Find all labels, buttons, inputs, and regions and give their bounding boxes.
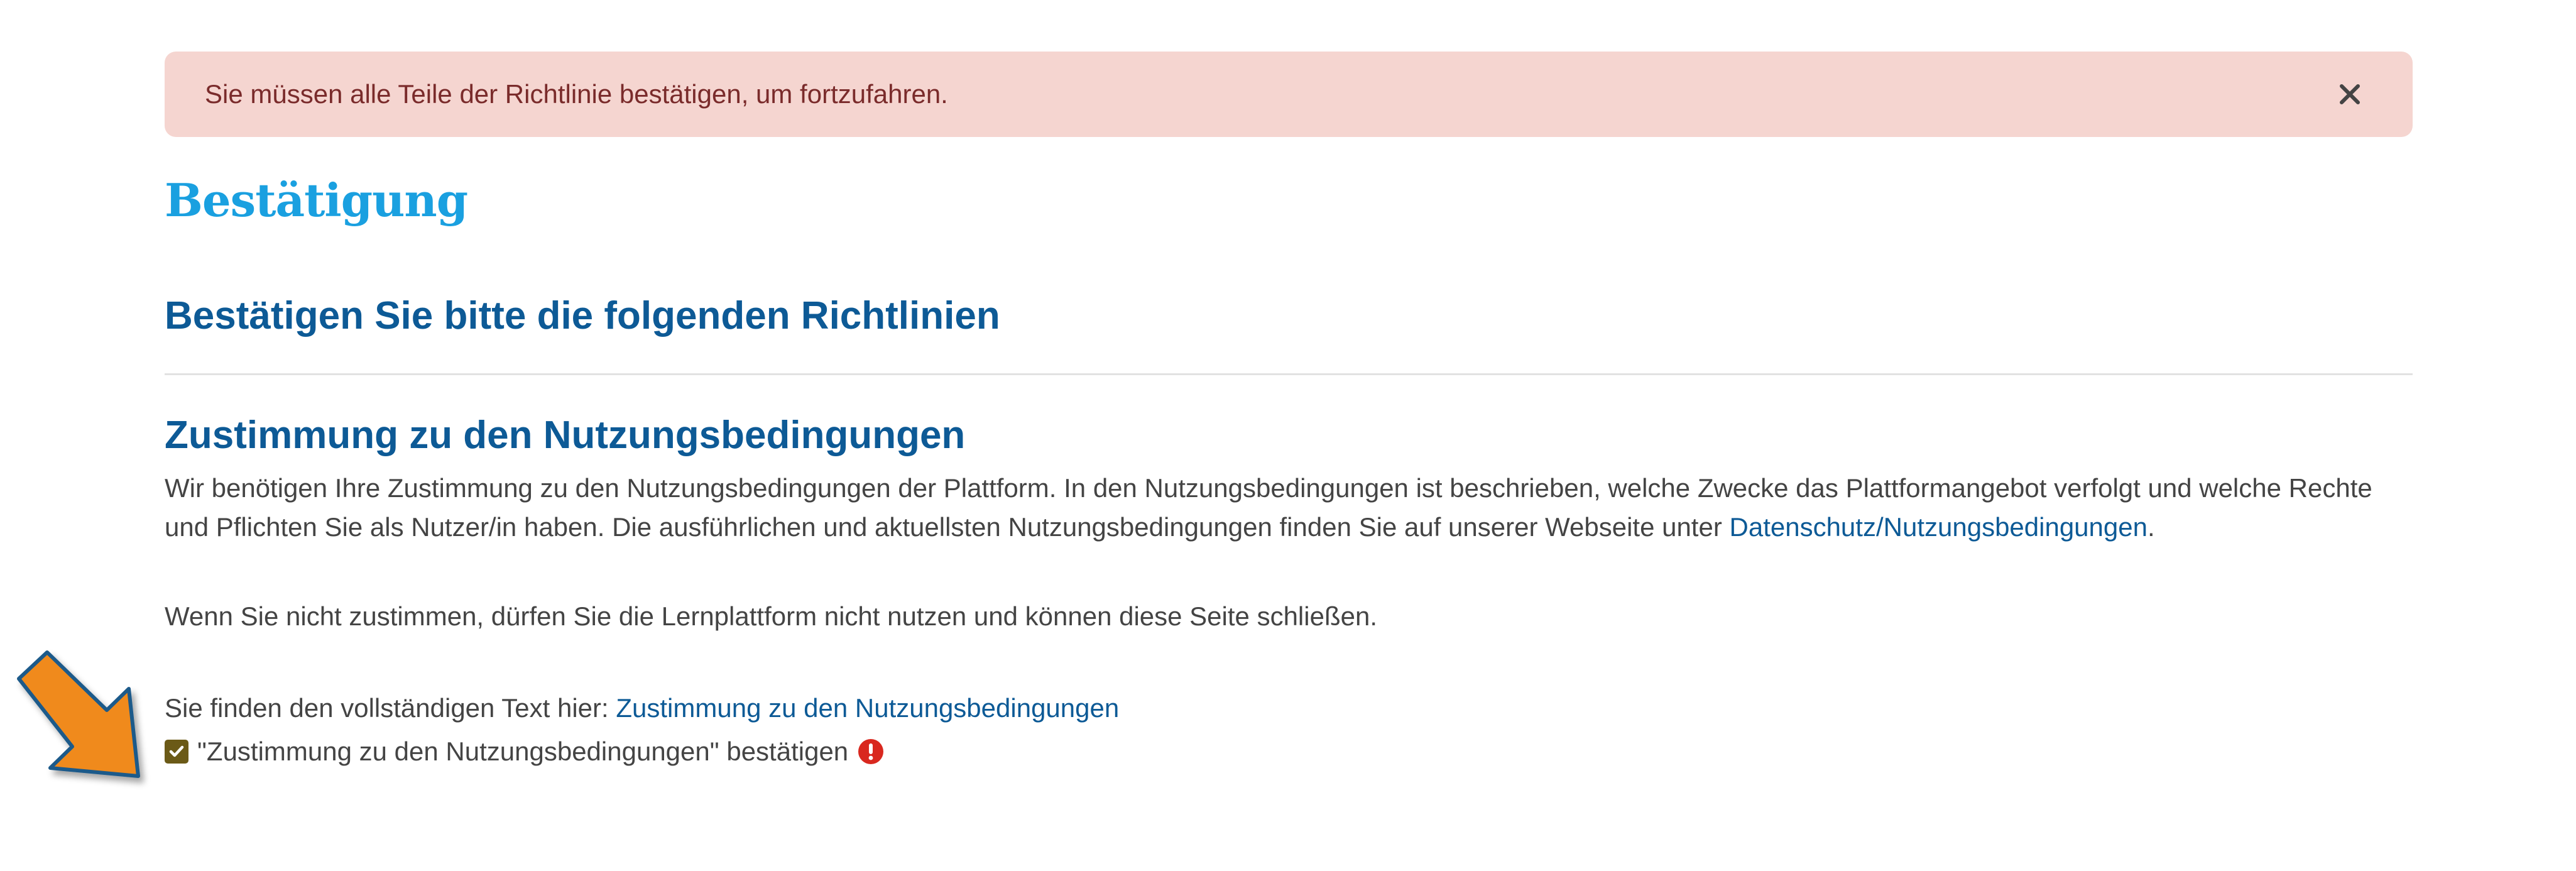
confirm-checkbox[interactable] [165, 740, 188, 764]
policy-description-end: . [2147, 512, 2155, 542]
confirm-row: "Zustimmung zu den Nutzungsbedingungen" … [165, 737, 2413, 767]
fulltext-line: Sie finden den vollständigen Text hier: … [165, 689, 2413, 728]
page-content: Sie müssen alle Teile der Richtlinie bes… [165, 52, 2413, 767]
fulltext-link[interactable]: Zustimmung zu den Nutzungsbedingungen [616, 693, 1119, 723]
divider [165, 373, 2413, 375]
close-icon[interactable] [2331, 75, 2369, 113]
exclamation-circle-icon [857, 738, 885, 765]
confirm-label: "Zustimmung zu den Nutzungsbedingungen" … [197, 737, 849, 766]
policy-title: Zustimmung zu den Nutzungsbedingungen [165, 414, 966, 457]
alert-message: Sie müssen alle Teile der Richtlinie bes… [205, 79, 948, 109]
policy-description: Wir benötigen Ihre Zustimmung zu den Nut… [165, 469, 2413, 547]
fulltext-prefix: Sie finden den vollständigen Text hier: [165, 693, 616, 723]
error-alert: Sie müssen alle Teile der Richtlinie bes… [165, 52, 2413, 137]
page-subtitle: Bestätigen Sie bitte die folgenden Richt… [165, 294, 1000, 337]
annotation-arrow-icon [17, 650, 140, 778]
policy-disagree-note: Wenn Sie nicht zustimmen, dürfen Sie die… [165, 601, 1377, 631]
checkmark-icon [169, 745, 184, 757]
page-title: Bestätigung [165, 173, 468, 227]
privacy-terms-link[interactable]: Datenschutz/Nutzungsbedingungen [1730, 512, 2148, 542]
